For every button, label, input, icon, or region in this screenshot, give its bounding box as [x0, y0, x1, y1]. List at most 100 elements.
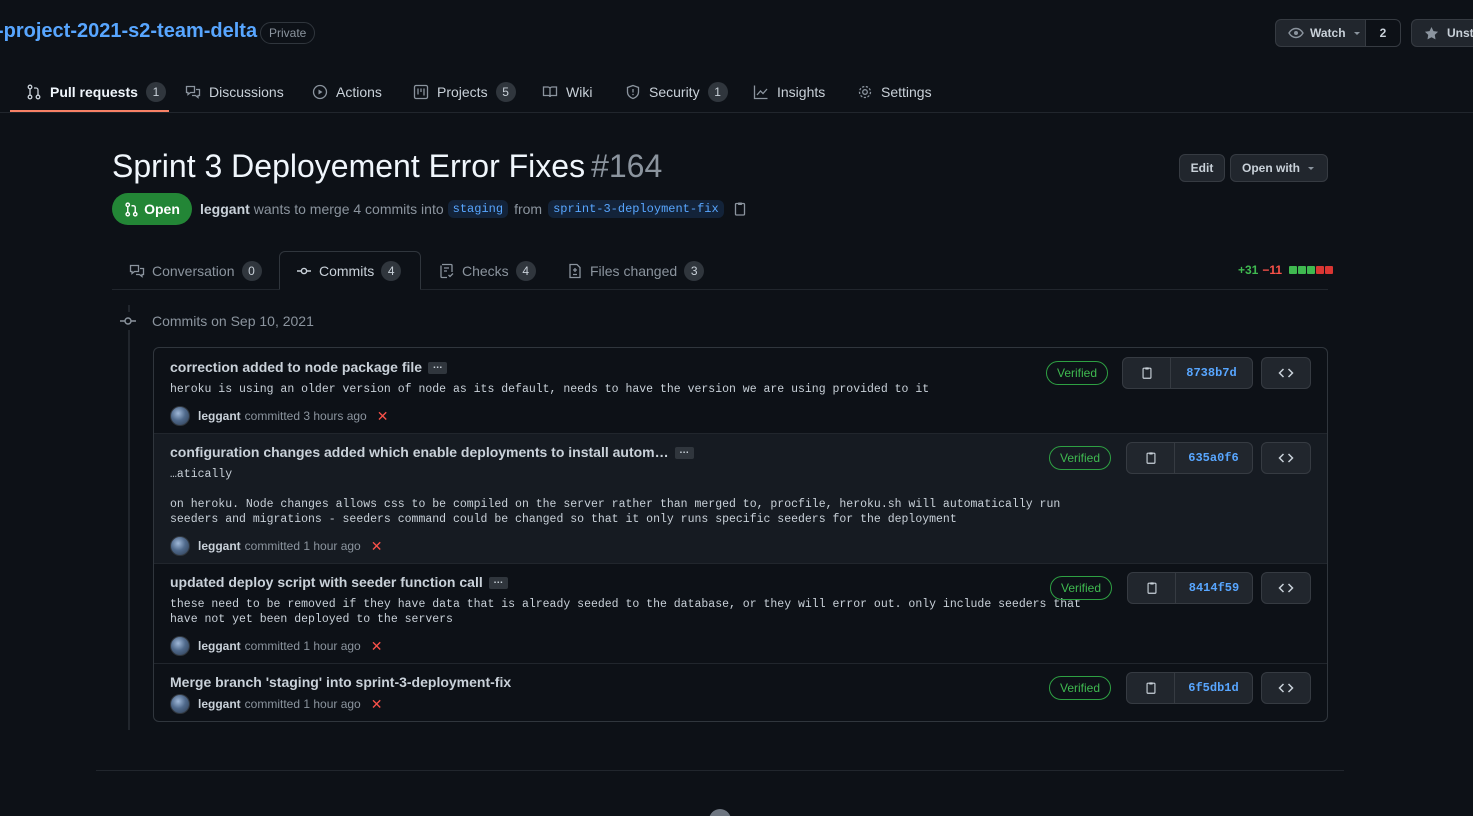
commit-sha-link[interactable]: 8738b7d — [1171, 358, 1252, 388]
copy-sha-button[interactable] — [1127, 673, 1175, 703]
github-logo-icon[interactable] — [709, 809, 731, 816]
head-branch-link[interactable]: sprint-3-deployment-fix — [548, 200, 724, 218]
avatar[interactable] — [170, 406, 190, 426]
chevron-down-icon — [1352, 28, 1362, 38]
open-with-button[interactable]: Open with — [1230, 154, 1328, 182]
browse-repo-button[interactable] — [1261, 572, 1311, 604]
git-commit-icon — [296, 263, 312, 279]
sha-button-group: 8414f59 — [1127, 572, 1253, 604]
graph-icon — [753, 84, 769, 100]
commit-title-text[interactable]: configuration changes added which enable… — [170, 444, 669, 460]
tab-security[interactable]: Security 1 — [625, 70, 728, 113]
star-icon — [1424, 26, 1439, 41]
commit-title-text[interactable]: correction added to node package file — [170, 359, 422, 375]
copy-sha-button[interactable] — [1127, 443, 1175, 473]
tab-projects[interactable]: Projects 5 — [413, 70, 516, 113]
tab-pull-requests[interactable]: Pull requests 1 — [26, 70, 166, 113]
tab-files-changed[interactable]: Files changed 3 — [567, 251, 705, 290]
commit-meta: leggant committed 1 hour ago ✕ — [170, 636, 382, 656]
code-icon — [1278, 583, 1294, 593]
commit-time: committed 1 hour ago — [244, 539, 361, 553]
merge-text: wants to merge 4 commits into — [253, 201, 444, 217]
commit-author-link[interactable]: leggant — [198, 639, 241, 653]
commit-sha-link[interactable]: 635a0f6 — [1175, 443, 1252, 473]
files-changed-counter: 3 — [684, 260, 705, 281]
watch-button[interactable]: Watch — [1275, 19, 1366, 47]
verified-badge[interactable]: Verified — [1046, 361, 1109, 385]
project-board-icon — [413, 84, 429, 100]
avatar[interactable] — [170, 694, 190, 714]
status-fail-icon[interactable]: ✕ — [371, 696, 383, 713]
list-item: Merge branch 'staging' into sprint-3-dep… — [154, 664, 1327, 721]
commits-date-heading: Commits on Sep 10, 2021 — [152, 313, 314, 329]
expand-message-button[interactable]: … — [428, 361, 448, 375]
commit-title[interactable]: correction added to node package file … — [170, 359, 448, 375]
edit-button[interactable]: Edit — [1179, 154, 1225, 182]
tab-wiki[interactable]: Wiki — [542, 70, 592, 113]
commit-sha-link[interactable]: 8414f59 — [1176, 573, 1252, 603]
tab-checks-label: Checks — [462, 262, 509, 279]
diffstat: +31 −11 — [1238, 263, 1334, 277]
diffstat-block — [1325, 266, 1334, 274]
tab-actions-label: Actions — [336, 83, 382, 100]
commit-title[interactable]: updated deploy script with seeder functi… — [170, 574, 508, 590]
commit-meta: leggant committed 1 hour ago ✕ — [170, 694, 382, 714]
copy-sha-button[interactable] — [1128, 573, 1176, 603]
tab-discussions[interactable]: Discussions — [185, 70, 284, 113]
commits-counter: 4 — [381, 260, 402, 281]
verified-badge[interactable]: Verified — [1050, 576, 1113, 600]
from-text: from — [514, 201, 543, 217]
footer-divider — [96, 770, 1344, 771]
tab-pull-requests-label: Pull requests — [50, 83, 138, 100]
tab-wiki-label: Wiki — [566, 83, 593, 100]
expand-message-button[interactable]: … — [488, 576, 508, 590]
status-fail-icon[interactable]: ✕ — [377, 408, 389, 425]
tab-discussions-label: Discussions — [209, 83, 284, 100]
commit-title[interactable]: Merge branch 'staging' into sprint-3-dep… — [170, 674, 511, 690]
diffstat-block — [1307, 266, 1316, 274]
additions-count: +31 — [1238, 263, 1259, 277]
status-badge: Open — [112, 193, 192, 225]
git-commit-icon — [119, 312, 137, 330]
commit-author-link[interactable]: leggant — [198, 697, 241, 711]
tab-checks[interactable]: Checks 4 — [439, 251, 536, 290]
diffstat-block — [1316, 266, 1325, 274]
browse-repo-button[interactable] — [1261, 672, 1311, 704]
tab-actions[interactable]: Actions — [312, 70, 382, 113]
tab-settings[interactable]: Settings — [857, 70, 932, 113]
expand-message-button[interactable]: … — [674, 446, 694, 460]
browse-repo-button[interactable] — [1261, 357, 1311, 389]
commit-title[interactable]: configuration changes added which enable… — [170, 444, 694, 460]
play-circle-icon — [312, 84, 328, 100]
copy-sha-button[interactable] — [1123, 358, 1171, 388]
browse-repo-button[interactable] — [1261, 442, 1311, 474]
diffstat-blocks — [1289, 266, 1334, 274]
base-branch-link[interactable]: staging — [447, 200, 509, 218]
verified-badge[interactable]: Verified — [1049, 676, 1112, 700]
checks-counter: 4 — [515, 260, 536, 281]
status-fail-icon[interactable]: ✕ — [371, 538, 383, 555]
commit-author-link[interactable]: leggant — [198, 539, 241, 553]
tab-commits[interactable]: Commits 4 — [279, 251, 421, 290]
copy-icon[interactable] — [732, 201, 748, 217]
commit-description: heroku is using an older version of node… — [170, 383, 930, 396]
tab-conversation[interactable]: Conversation 0 — [129, 251, 262, 290]
tab-insights[interactable]: Insights — [753, 70, 825, 113]
avatar[interactable] — [170, 536, 190, 556]
commit-author-link[interactable]: leggant — [198, 409, 241, 423]
commit-title-text[interactable]: updated deploy script with seeder functi… — [170, 574, 483, 590]
watch-label: Watch — [1310, 26, 1346, 40]
verified-badge[interactable]: Verified — [1049, 446, 1112, 470]
watch-count[interactable]: 2 — [1365, 19, 1401, 47]
avatar[interactable] — [170, 636, 190, 656]
star-button[interactable]: Unstar — [1411, 19, 1473, 47]
repo-name-link[interactable]: -project-2021-s2-team-delta — [0, 20, 257, 43]
active-tab-underline — [10, 110, 169, 112]
clipboard-icon — [1141, 367, 1152, 379]
checklist-icon — [439, 263, 455, 279]
diffstat-block — [1298, 266, 1307, 274]
commit-sha-link[interactable]: 6f5db1d — [1175, 673, 1252, 703]
visibility-badge: Private — [260, 22, 316, 44]
pr-author-link[interactable]: leggant — [200, 201, 250, 217]
status-fail-icon[interactable]: ✕ — [371, 638, 383, 655]
